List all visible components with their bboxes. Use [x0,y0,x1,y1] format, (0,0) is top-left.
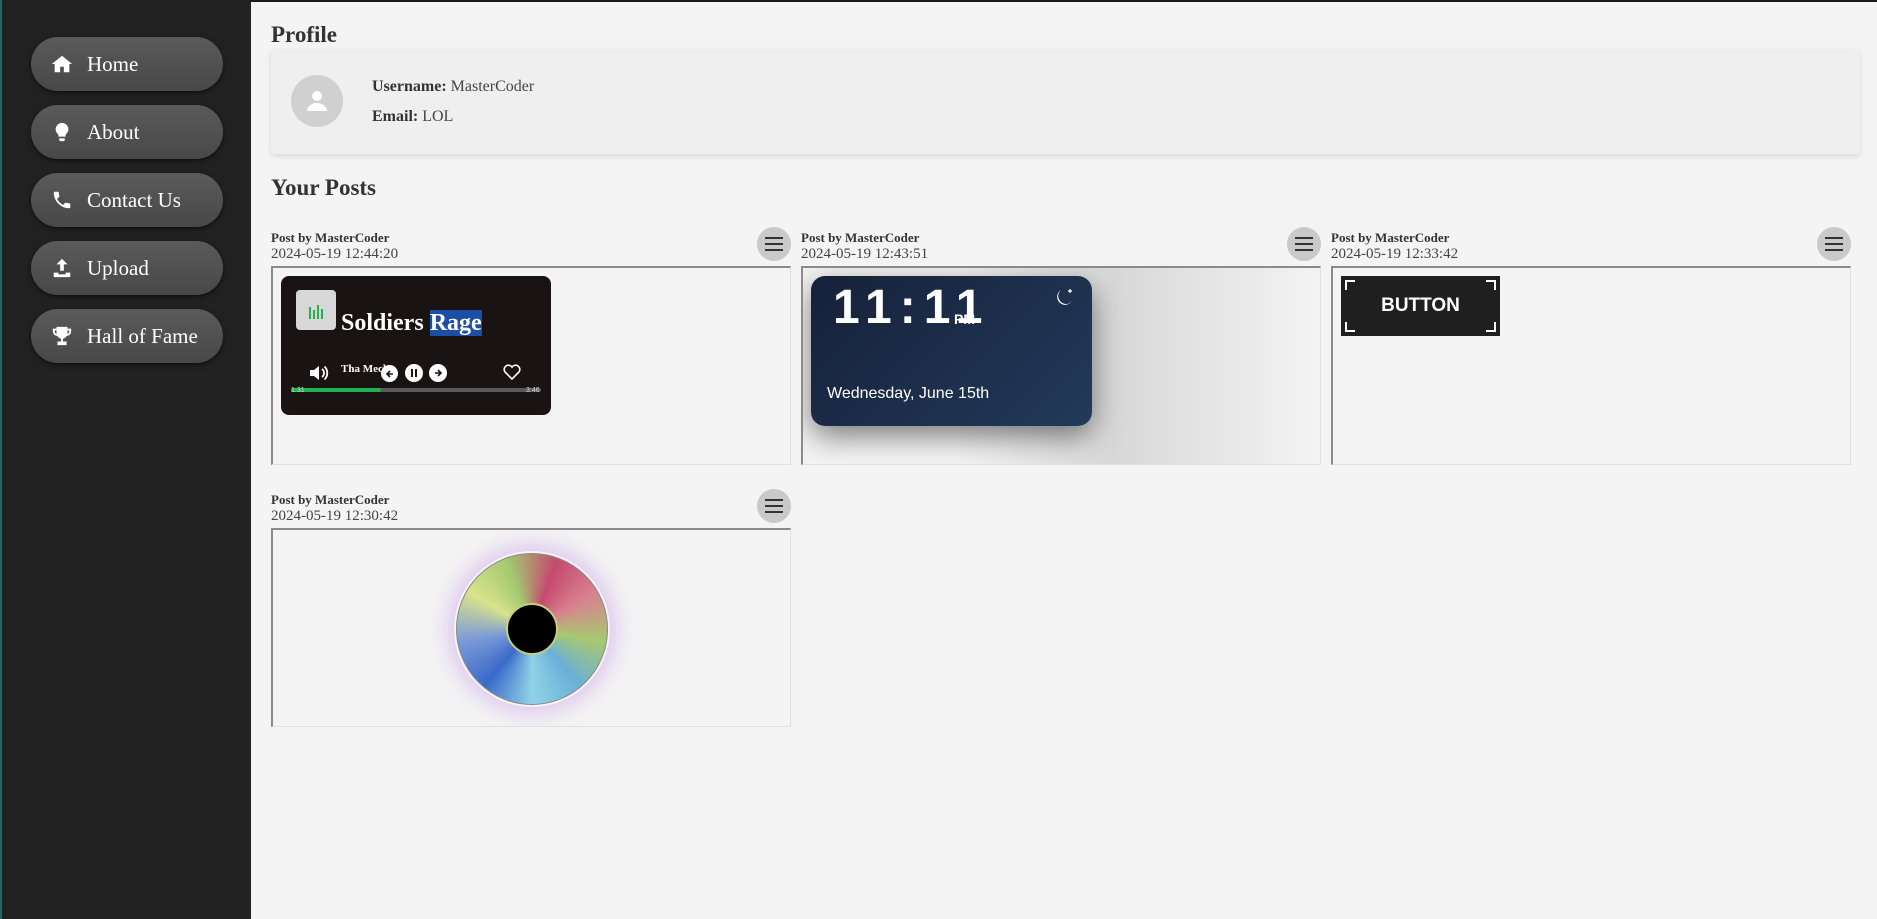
album-art [296,290,336,330]
clock-ampm: PM [954,311,975,327]
post-menu-button[interactable] [757,489,791,523]
post-menu-button[interactable] [1817,227,1851,261]
home-icon [51,55,73,73]
arrow-left-icon [385,369,393,378]
time-elapsed: 1:31 [291,387,305,394]
sidebar-item-upload[interactable]: Upload [31,241,223,295]
email-value: LOL [422,108,454,125]
sidebar: Home About Contact Us Upload Hall of Fam… [0,0,251,919]
username-label: Username: [372,78,447,95]
post-date: 2024-05-19 12:43:51 [801,246,929,262]
sidebar-item-label: About [87,119,140,144]
top-border [0,0,1877,2]
menu-icon [1295,237,1313,251]
time-total: 3:46 [526,387,540,394]
username-value: MasterCoder [450,78,535,95]
avatar [291,75,343,127]
sidebar-item-label: Home [87,51,139,76]
corner-decoration [1345,280,1355,290]
clock-widget: 11:11 PM Wednesday, June 15th [811,276,1092,426]
pause-icon [411,369,417,377]
post-author: Post by MasterCoder [801,230,920,245]
sidebar-item-label: Upload [87,255,149,280]
pause-button[interactable] [405,364,423,382]
menu-icon [1825,237,1843,251]
corner-decoration [1345,322,1355,332]
clock-date: Wednesday, June 15th [827,385,990,402]
posts-heading: Your Posts [271,175,377,200]
post-menu-button[interactable] [757,227,791,261]
equalizer-icon [309,305,323,319]
menu-icon [765,499,783,513]
post-author: Post by MasterCoder [1331,230,1450,245]
corner-decoration [1486,280,1496,290]
email-label: Email: [372,108,419,125]
post-preview[interactable]: BUTTON [1331,266,1851,465]
sidebar-item-about[interactable]: About [31,105,223,159]
song-title-part2: Rage [429,310,482,336]
sidebar-item-label: Contact Us [87,187,181,212]
ring-center [506,603,558,655]
post-author: Post by MasterCoder [271,230,390,245]
corner-decoration [1486,322,1496,332]
sidebar-item-label: Hall of Fame [87,323,198,348]
menu-icon [765,237,783,251]
lightbulb-icon [55,122,69,142]
demo-button[interactable]: BUTTON [1341,276,1500,336]
phone-icon [53,191,71,209]
heart-icon[interactable] [503,364,521,380]
trophy-icon [52,326,72,346]
upload-icon [53,258,71,278]
moon-icon [1057,289,1072,305]
progress-bar[interactable] [291,388,541,392]
user-icon [307,91,327,111]
post-date: 2024-05-19 12:44:20 [271,246,399,262]
arrow-right-icon [435,369,443,377]
profile-heading: Profile [271,22,337,47]
profile-email-row: Email: LOL [372,108,453,126]
profile-card: Username: MasterCoder Email: LOL [271,50,1860,154]
post-date: 2024-05-19 12:33:42 [1331,246,1459,262]
profile-username-row: Username: MasterCoder [372,78,534,96]
next-button[interactable] [429,364,447,382]
clock-background: 11:11 PM Wednesday, June 15th [803,268,1320,464]
demo-button-label: BUTTON [1381,295,1460,316]
sidebar-item-home[interactable]: Home [31,37,223,91]
song-title: Soldiers Rage [341,310,482,337]
post-date: 2024-05-19 12:30:42 [271,508,399,524]
sidebar-item-contact-us[interactable]: Contact Us [31,173,223,227]
post-author: Post by MasterCoder [271,492,390,507]
sidebar-item-hall-of-fame[interactable]: Hall of Fame [31,309,223,363]
post-menu-button[interactable] [1287,227,1321,261]
music-player: Soldiers Rage Tha Mech 1:31 3:46 [281,276,551,415]
post-preview[interactable] [271,528,791,727]
post-preview[interactable]: 11:11 PM Wednesday, June 15th [801,266,1321,465]
volume-icon[interactable] [309,364,329,382]
song-title-part1: Soldiers [341,310,424,336]
previous-button[interactable] [381,365,398,382]
post-preview[interactable]: Soldiers Rage Tha Mech 1:31 3:46 [271,266,791,465]
